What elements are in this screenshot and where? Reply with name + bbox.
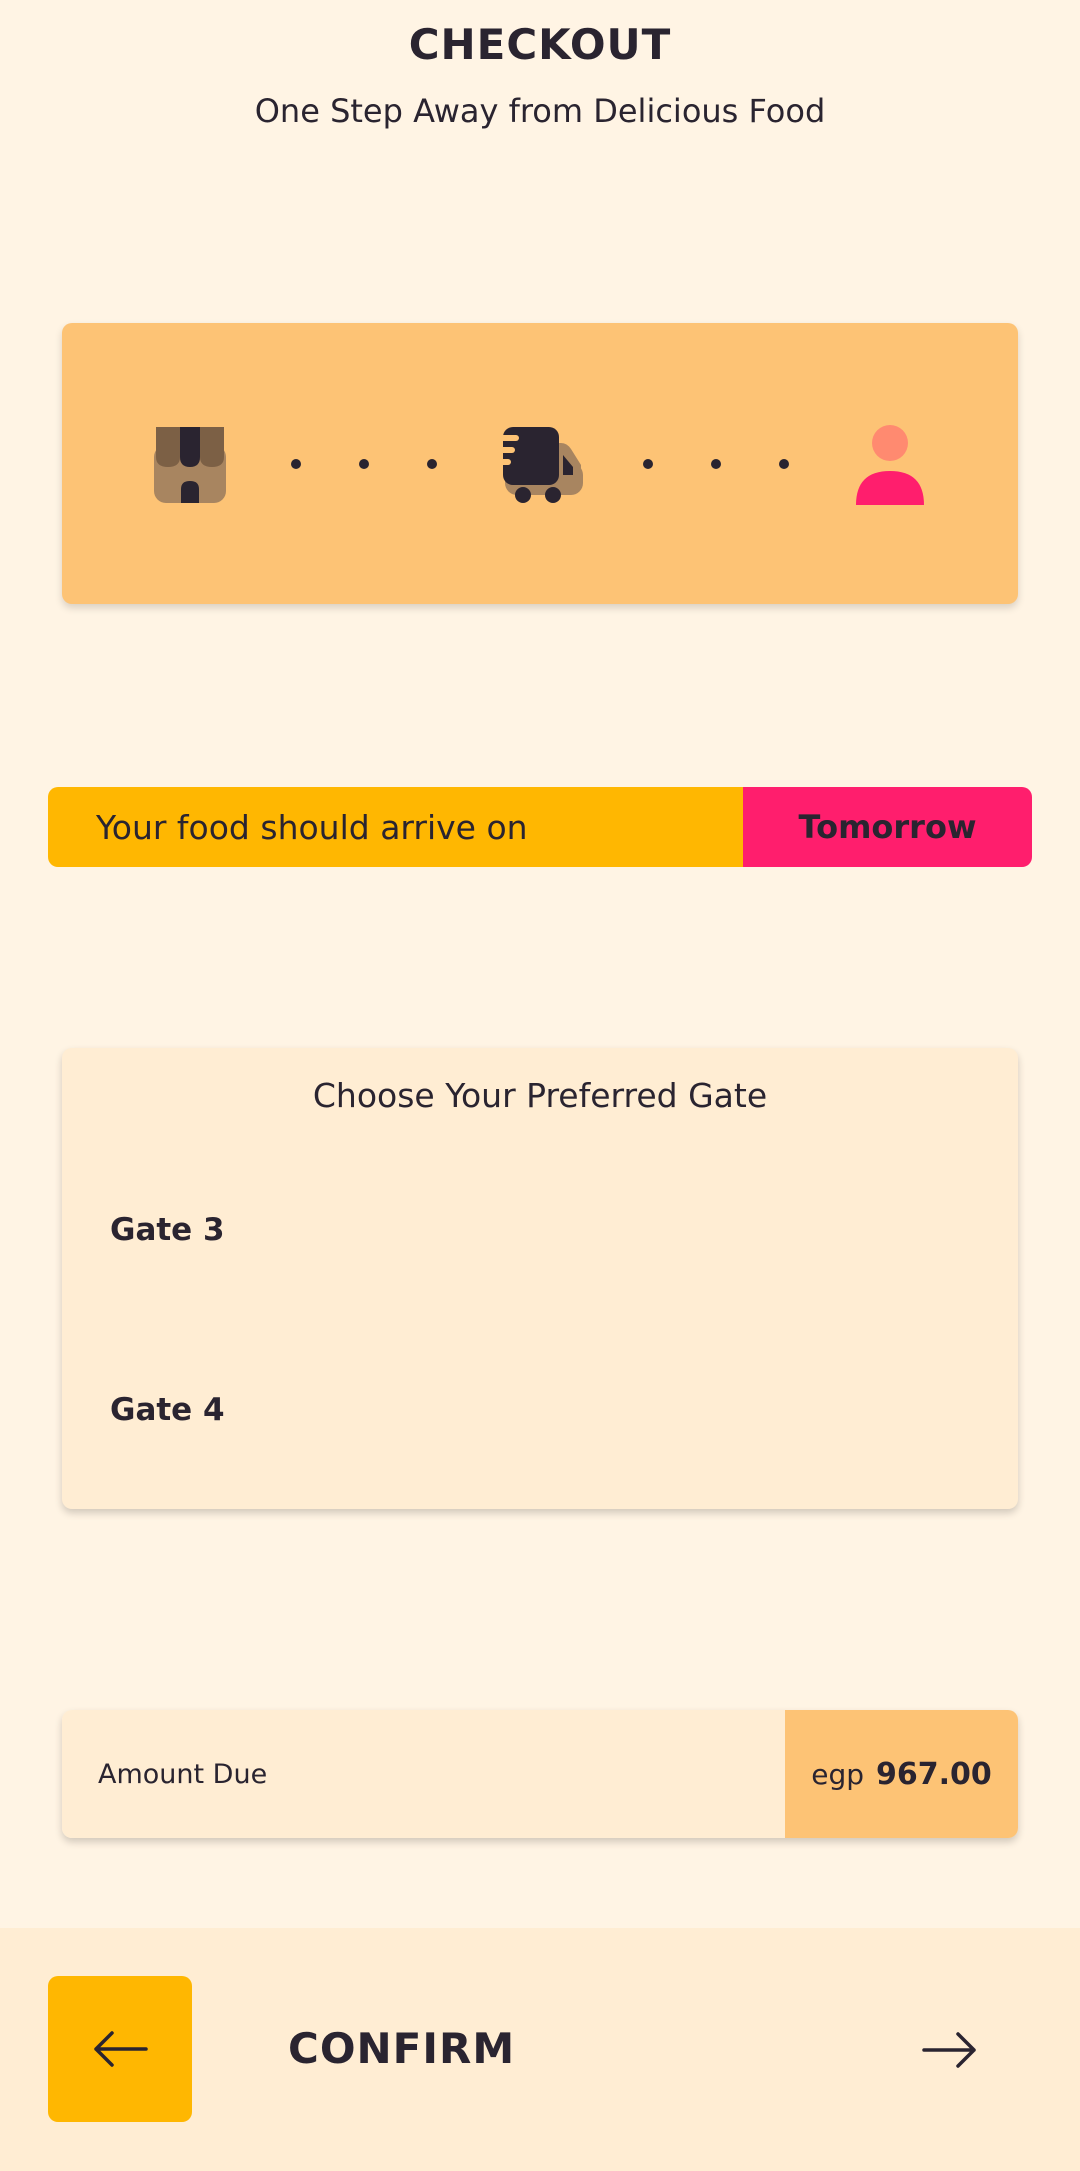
amount-currency: egp bbox=[811, 1757, 864, 1791]
bottom-action-bar: CONFIRM bbox=[0, 1928, 1080, 2171]
arrival-date: Tomorrow bbox=[743, 787, 1032, 867]
arrow-right-icon bbox=[922, 2032, 976, 2068]
delivery-tracker bbox=[62, 323, 1018, 604]
amount-due: Amount Due egp 967.00 bbox=[62, 1710, 1018, 1838]
customer-icon bbox=[856, 425, 924, 505]
amount-number: 967.00 bbox=[876, 1756, 992, 1792]
delivery-truck-icon bbox=[497, 427, 583, 503]
store-icon bbox=[154, 427, 226, 503]
gate-option-3[interactable]: Gate 3 bbox=[110, 1212, 225, 1248]
gate-selector: Choose Your Preferred Gate Gate 3 Gate 4 bbox=[62, 1048, 1018, 1509]
progress-dot bbox=[643, 459, 653, 469]
progress-dot bbox=[359, 459, 369, 469]
progress-dot bbox=[427, 459, 437, 469]
back-button[interactable] bbox=[48, 1976, 192, 2122]
arrow-left-icon bbox=[94, 2031, 148, 2067]
progress-dot bbox=[291, 459, 301, 469]
confirm-button[interactable]: CONFIRM bbox=[288, 2024, 515, 2073]
arrival-banner: Your food should arrive on Tomorrow bbox=[48, 787, 1032, 867]
gate-option-4[interactable]: Gate 4 bbox=[110, 1392, 225, 1428]
progress-dot bbox=[779, 459, 789, 469]
arrival-label: Your food should arrive on bbox=[48, 787, 743, 867]
page-subtitle: One Step Away from Delicious Food bbox=[254, 92, 826, 130]
next-button[interactable] bbox=[900, 2000, 1000, 2100]
page-title: CHECKOUT bbox=[408, 20, 672, 69]
amount-due-label: Amount Due bbox=[62, 1710, 785, 1838]
gate-heading: Choose Your Preferred Gate bbox=[312, 1076, 768, 1115]
progress-dot bbox=[711, 459, 721, 469]
amount-due-value: egp 967.00 bbox=[785, 1710, 1018, 1838]
